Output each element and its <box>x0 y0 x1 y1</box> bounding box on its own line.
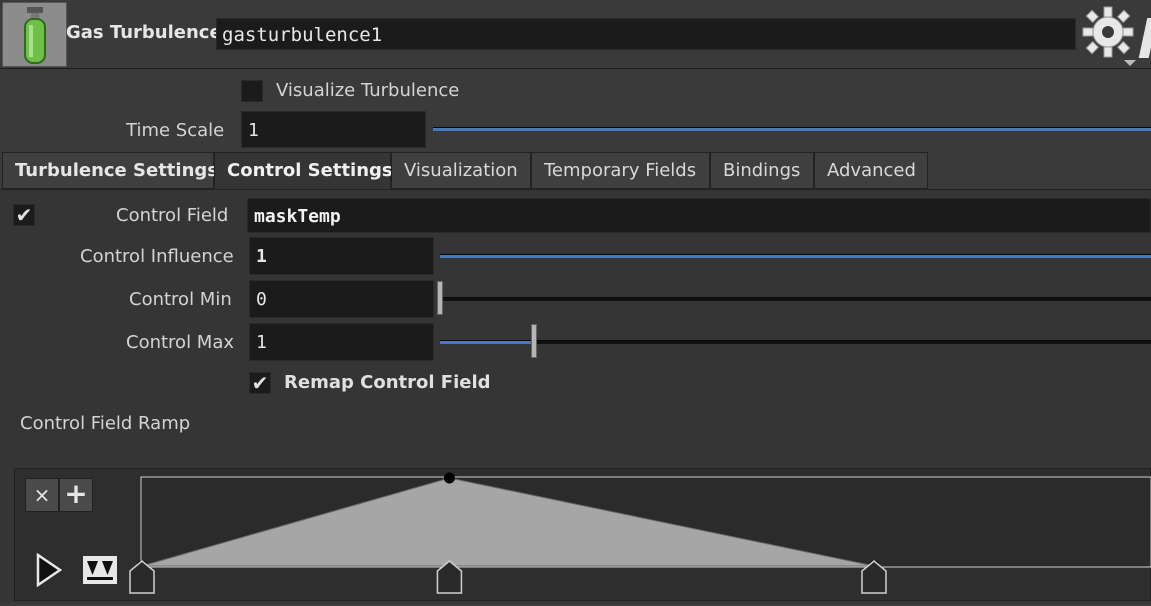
control-max-slider-handle[interactable] <box>531 324 537 358</box>
tab-advanced[interactable]: Advanced <box>814 152 928 189</box>
control-max-slider[interactable] <box>440 340 1151 344</box>
control-min-slider[interactable] <box>440 297 1151 301</box>
expand-ramp-icon[interactable] <box>82 555 118 585</box>
time-scale-slider[interactable] <box>433 127 1151 131</box>
tab-bindings[interactable]: Bindings <box>710 152 814 189</box>
tab-turbulence-settings[interactable]: Turbulence Settings <box>2 152 218 189</box>
play-icon[interactable] <box>35 552 63 588</box>
node-name-field[interactable]: gasturbulence1 <box>216 18 1076 50</box>
control-influence-field[interactable]: 1 <box>249 237 434 275</box>
remap-control-field-label: Remap Control Field <box>284 372 491 393</box>
control-max-field[interactable]: 1 <box>249 323 434 361</box>
tab-control-settings[interactable]: Control Settings <box>214 152 393 189</box>
control-min-field[interactable]: 0 <box>249 280 434 318</box>
control-max-label: Control Max <box>126 332 234 353</box>
remove-key-button[interactable]: × <box>25 478 59 512</box>
control-min-slider-handle[interactable] <box>437 281 443 315</box>
control-field-enable-checkbox[interactable]: ✔ <box>13 204 35 226</box>
control-field-label: Control Field <box>116 205 229 226</box>
node-type-label: Gas Turbulence <box>66 22 222 43</box>
visualize-checkbox[interactable] <box>241 80 263 102</box>
ramp-graph[interactable] <box>129 472 1151 594</box>
gear-icon[interactable] <box>1080 4 1140 66</box>
control-influence-slider[interactable] <box>440 254 1151 258</box>
ramp-label: Control Field Ramp <box>20 413 191 434</box>
control-min-label: Control Min <box>129 289 232 310</box>
tab-temporary-fields[interactable]: Temporary Fields <box>531 152 710 189</box>
checkmark-icon: ✔ <box>15 203 33 227</box>
tab-bar: Turbulence Settings Control Settings Vis… <box>0 152 1151 190</box>
plus-icon: + <box>64 477 88 510</box>
visualize-label: Visualize Turbulence <box>276 80 460 101</box>
close-icon: × <box>33 483 51 507</box>
control-influence-label: Control Influence <box>80 246 234 267</box>
time-scale-field[interactable]: 1 <box>241 111 426 148</box>
time-scale-label: Time Scale <box>126 120 225 141</box>
tab-visualization[interactable]: Visualization <box>391 152 531 189</box>
checkmark-icon: ✔ <box>251 371 269 395</box>
ramp-key-point[interactable] <box>443 472 455 484</box>
add-key-button[interactable]: + <box>59 478 93 512</box>
remap-control-field-checkbox[interactable]: ✔ <box>249 372 271 394</box>
gas-cylinder-icon <box>2 2 67 67</box>
control-field-input[interactable]: maskTemp <box>247 198 1151 233</box>
